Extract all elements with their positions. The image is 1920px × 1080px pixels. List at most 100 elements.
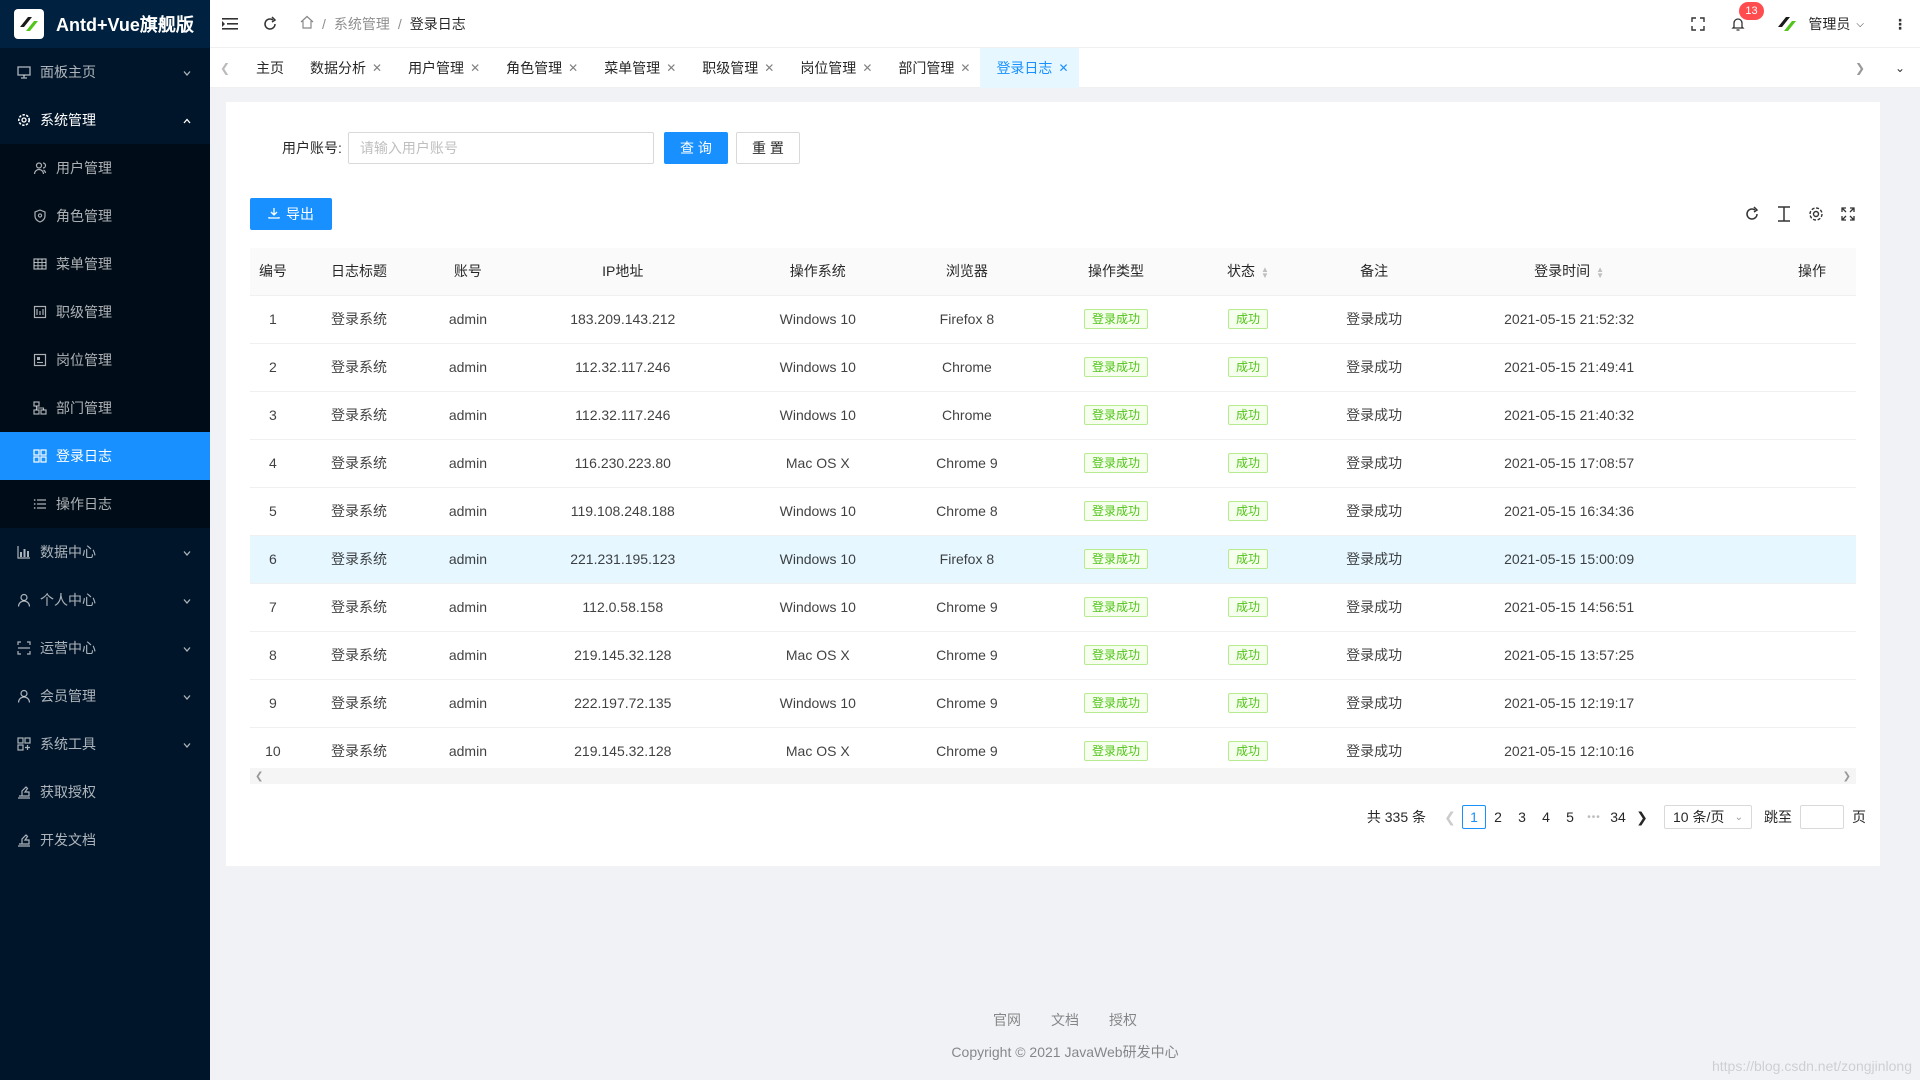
query-button[interactable]: 查 询 (663, 132, 728, 164)
tab-1[interactable]: 数据分析 ✕ (294, 48, 392, 88)
table-cell: Mac OS X (731, 439, 904, 488)
close-icon[interactable]: ✕ (764, 61, 774, 75)
close-icon[interactable]: ✕ (470, 61, 480, 75)
reload-icon[interactable] (1736, 200, 1768, 228)
sidebar-subitem-label: 角色管理 (56, 208, 112, 224)
table-cell (1683, 535, 1856, 584)
sidebar-subitem-label: 登录日志 (56, 448, 112, 464)
sidebar-subitem-5[interactable]: 部门管理 (0, 384, 210, 432)
tab-scroll-left-icon[interactable]: ❮ (210, 48, 240, 87)
table-cell: 登录成功 (1030, 631, 1203, 680)
page-item[interactable]: 34 (1606, 805, 1630, 829)
sidebar-item-8[interactable]: 开发文档 (0, 816, 210, 864)
table-row[interactable]: 3 登录系统 admin 112.32.117.246 Windows 10 Chrome… (250, 391, 1856, 440)
tab-dropdown-icon[interactable]: ⌄ (1880, 48, 1920, 88)
page-ellipsis[interactable]: ••• (1582, 805, 1606, 829)
tab-4[interactable]: 菜单管理 ✕ (588, 48, 686, 88)
footer-link[interactable]: 文档 (1051, 1010, 1079, 1030)
sidebar-subitem-6[interactable]: 登录日志 (0, 432, 210, 480)
notification-bell-icon[interactable]: 13 (1718, 0, 1764, 48)
page-item[interactable]: 4 (1534, 805, 1558, 829)
table-row[interactable]: 5 登录系统 admin 119.108.248.188 Windows 10 Chrom… (250, 487, 1856, 536)
table-row[interactable]: 2 登录系统 admin 112.32.117.246 Windows 10 Chrome… (250, 343, 1856, 392)
page-item[interactable]: 5 (1558, 805, 1582, 829)
sidebar-subitem-label: 岗位管理 (56, 352, 112, 368)
close-icon[interactable]: ✕ (568, 61, 578, 75)
table-row[interactable]: 1 登录系统 admin 183.209.143.212 Windows 10 Firef… (250, 295, 1856, 344)
table-cell: 2021-05-15 21:40:32 (1454, 391, 1684, 440)
page-item[interactable]: 3 (1510, 805, 1534, 829)
refresh-icon[interactable] (250, 0, 290, 48)
sidebar-item-2[interactable]: 数据中心 (0, 528, 210, 576)
sidebar-item-4[interactable]: 运营中心 (0, 624, 210, 672)
table-cell: Firefox 8 (903, 535, 1030, 584)
tab-5[interactable]: 职级管理 ✕ (686, 48, 784, 88)
column-header[interactable]: 状态 ▲ ▼ (1202, 248, 1294, 296)
fullscreen-icon[interactable] (1678, 0, 1718, 48)
fullscreen-table-icon[interactable] (1832, 200, 1864, 228)
column-header[interactable]: 登录时间 ▲ ▼ (1454, 248, 1684, 296)
footer-link[interactable]: 授权 (1109, 1010, 1137, 1030)
user-menu[interactable]: 管理员 ⌵ (1758, 0, 1880, 48)
table-cell: 登录系统 (295, 295, 423, 344)
footer-link[interactable]: 官网 (993, 1010, 1021, 1030)
sidebar-item-7[interactable]: 获取授权 (0, 768, 210, 816)
sidebar-subitem-1[interactable]: 角色管理 (0, 192, 210, 240)
page-item[interactable]: 2 (1486, 805, 1510, 829)
prev-page-icon[interactable]: ❮ (1438, 805, 1462, 829)
tab-scroll-right-icon[interactable]: ❯ (1840, 48, 1880, 88)
cell-text: Chrome 9 (936, 695, 998, 711)
scroll-right-icon[interactable]: ❯ (1843, 771, 1851, 782)
logo[interactable]: Antd+Vue旗舰版 (0, 0, 210, 48)
sidebar-subitem-3[interactable]: 职级管理 (0, 288, 210, 336)
sidebar-subitem-7[interactable]: 操作日志 (0, 480, 210, 528)
sort-icon[interactable]: ▲ ▼ (1596, 265, 1604, 279)
sidebar-item-1[interactable]: 系统管理 (0, 96, 210, 144)
table-row[interactable]: 6 登录系统 admin 221.231.195.123 Windows 10 Firef… (250, 535, 1856, 584)
reset-button[interactable]: 重 置 (735, 132, 800, 164)
sidebar-item-0[interactable]: 面板主页 (0, 48, 210, 96)
table-cell: 2021-05-15 21:52:32 (1454, 295, 1684, 344)
page-size-select[interactable]: 10 条/页 ⌄ (1664, 805, 1752, 829)
close-icon[interactable]: ✕ (372, 61, 382, 75)
settings-icon[interactable] (1800, 200, 1832, 228)
jump-page-input[interactable] (1800, 805, 1844, 829)
page-item[interactable]: 1 (1462, 805, 1486, 829)
tools-icon (16, 736, 32, 752)
sidebar-item-6[interactable]: 系统工具 (0, 720, 210, 768)
menu-fold-icon[interactable] (210, 0, 250, 48)
tab-2[interactable]: 用户管理 ✕ (392, 48, 490, 88)
table-row[interactable]: 8 登录系统 admin 219.145.32.128 Mac OS X Chrome 9… (250, 631, 1856, 680)
pagination-total: 共 335 条 (1366, 809, 1426, 825)
sort-icon[interactable]: ▲ ▼ (1261, 265, 1269, 279)
column-height-icon[interactable] (1768, 200, 1800, 228)
account-search-input[interactable] (347, 132, 654, 164)
sidebar-item-3[interactable]: 个人中心 (0, 576, 210, 624)
tab-0[interactable]: 主页 (240, 48, 294, 88)
sidebar-item-5[interactable]: 会员管理 (0, 672, 210, 720)
breadcrumb-item[interactable]: 系统管理 (334, 14, 390, 34)
table-row[interactable]: 7 登录系统 admin 112.0.58.158 Windows 10 Chrome 9… (250, 583, 1856, 632)
tab-3[interactable]: 角色管理 ✕ (490, 48, 588, 88)
export-button[interactable]: 导出 (250, 198, 332, 230)
user-group-icon (32, 160, 48, 176)
horizontal-scrollbar[interactable]: ❮ ❯ (250, 768, 1856, 784)
sidebar: Antd+Vue旗舰版 面板主页 系统管理 用户管理角色管理菜单管理 职级管理岗位管理… (0, 0, 210, 1080)
close-icon[interactable]: ✕ (666, 61, 676, 75)
table-row[interactable]: 9 登录系统 admin 222.197.72.135 Windows 10 Chrome… (250, 679, 1856, 728)
close-icon[interactable]: ✕ (960, 61, 970, 75)
tab-6[interactable]: 岗位管理 ✕ (784, 48, 882, 88)
next-page-icon[interactable]: ❯ (1630, 805, 1654, 829)
tab-7[interactable]: 部门管理 ✕ (882, 48, 980, 88)
scroll-left-icon[interactable]: ❮ (255, 771, 263, 782)
sidebar-subitem-2[interactable]: 菜单管理 (0, 240, 210, 288)
sidebar-subitem-4[interactable]: 岗位管理 (0, 336, 210, 384)
more-vertical-icon[interactable]: ⋮ (1880, 0, 1920, 48)
tab-8[interactable]: 登录日志 ✕ (980, 48, 1079, 88)
home-icon[interactable] (300, 15, 314, 32)
cell-text: Windows 10 (779, 359, 856, 375)
sidebar-subitem-0[interactable]: 用户管理 (0, 144, 210, 192)
close-icon[interactable]: ✕ (1058, 61, 1068, 75)
table-row[interactable]: 4 登录系统 admin 116.230.223.80 Mac OS X Chrome 9… (250, 439, 1856, 488)
close-icon[interactable]: ✕ (862, 61, 872, 75)
